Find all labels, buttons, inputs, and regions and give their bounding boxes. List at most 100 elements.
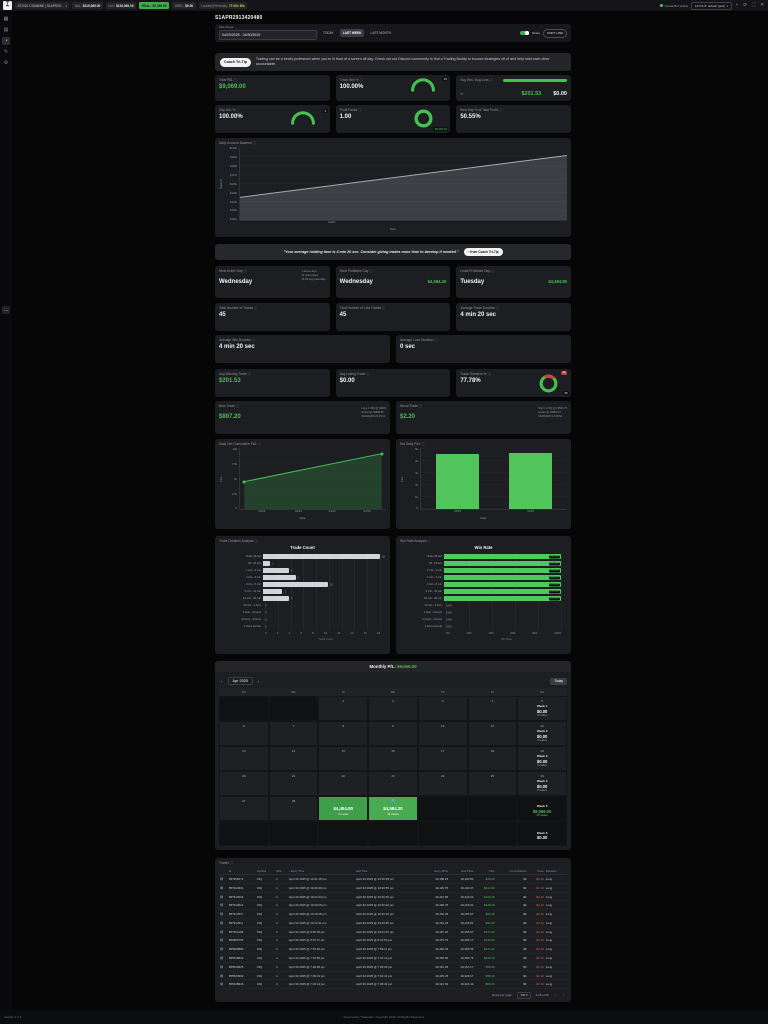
info-icon[interactable]: ⓘ bbox=[248, 372, 251, 376]
chat-icon[interactable]: … bbox=[2, 306, 10, 314]
calendar-day[interactable]: 19Week 3$0.000 trades bbox=[517, 746, 567, 771]
refresh-icon[interactable]: ⟳ bbox=[742, 3, 748, 8]
app-logo[interactable]: ⌶ bbox=[3, 1, 12, 10]
calendar-day[interactable]: 1 bbox=[318, 696, 368, 721]
calendar-day[interactable] bbox=[468, 796, 518, 821]
trade-row[interactable]: ▤857958471/NQ1April 30 2025 @ 10:31:18 p… bbox=[219, 875, 567, 884]
info-icon[interactable]: ⓘ bbox=[230, 861, 233, 865]
trade-row[interactable]: ▤855648823/NQ1April 30 2025 @ 7:34:56 pm… bbox=[219, 954, 567, 963]
coach-button[interactable]: Coach Tri-Tip bbox=[220, 58, 251, 67]
info-icon[interactable]: ⓘ bbox=[369, 269, 372, 273]
info-icon[interactable]: ⓘ bbox=[499, 108, 502, 112]
trade-row[interactable]: ▤857914511/NQ1April 30 2025 @ 10:12:31 p… bbox=[219, 918, 567, 927]
info-icon[interactable]: ⓘ bbox=[234, 78, 237, 82]
calendar-day[interactable] bbox=[368, 821, 418, 846]
trade-row[interactable]: ▤855448946/NQ1April 30 2025 @ 7:02:14 pm… bbox=[219, 980, 567, 989]
column-header[interactable]: Size bbox=[275, 867, 288, 875]
calendar-day[interactable]: 28 bbox=[269, 796, 319, 821]
calendar-day[interactable] bbox=[219, 821, 269, 846]
add-icon[interactable]: + bbox=[735, 3, 740, 8]
info-icon[interactable]: ⓘ bbox=[434, 338, 437, 342]
journal-icon[interactable]: ▤ bbox=[219, 883, 228, 892]
calendar-day[interactable]: $4,484.809 trades bbox=[318, 796, 368, 821]
journal-icon[interactable]: ▤ bbox=[219, 945, 228, 954]
journal-icon[interactable]: ▤ bbox=[219, 901, 228, 910]
info-icon[interactable]: ⓘ bbox=[252, 338, 255, 342]
settings-icon[interactable]: ⚙ bbox=[2, 59, 10, 67]
calendar-day[interactable]: $4,584.2036 trades bbox=[368, 796, 418, 821]
info-icon[interactable]: ⓘ bbox=[258, 442, 261, 446]
column-header[interactable]: Commissions bbox=[495, 867, 527, 875]
info-icon[interactable]: ⓘ bbox=[419, 404, 422, 408]
calendar-day[interactable]: 26Week 4$0.000 trades bbox=[517, 771, 567, 796]
calendar-day[interactable]: 22 bbox=[318, 771, 368, 796]
today-range-button[interactable]: TODAY bbox=[320, 29, 337, 37]
copy-link-button[interactable]: COPY LINK bbox=[543, 29, 567, 38]
calendar-day[interactable]: 7 bbox=[269, 721, 319, 746]
account-selector[interactable]: STOCK COMBINE | S1APR29... ▾ bbox=[15, 2, 69, 9]
journal-icon[interactable]: ▤ bbox=[219, 954, 228, 963]
journal-icon[interactable]: ▤ bbox=[219, 962, 228, 971]
info-icon[interactable]: ⓘ bbox=[254, 306, 257, 310]
column-header[interactable]: Direction bbox=[545, 867, 567, 875]
column-header[interactable]: Fees bbox=[527, 867, 544, 875]
trade-row[interactable]: ▤855908883/NQ1April 30 2025 @ 7:54:30 pm… bbox=[219, 945, 567, 954]
column-header[interactable]: Id bbox=[228, 867, 256, 875]
date-range-input[interactable]: 04/23/2025 - 04/30/2025 bbox=[219, 30, 317, 40]
analytics-icon[interactable]: ◔ bbox=[2, 37, 10, 45]
next-page-icon[interactable]: › bbox=[562, 993, 565, 997]
journal-icon[interactable]: ▤ bbox=[219, 980, 228, 989]
next-month-icon[interactable]: › bbox=[256, 679, 262, 684]
journal-icon[interactable]: ▤ bbox=[219, 971, 228, 980]
prev-page-icon[interactable]: ‹ bbox=[554, 993, 557, 997]
column-header[interactable] bbox=[219, 867, 228, 875]
info-icon[interactable]: ⓘ bbox=[236, 404, 239, 408]
journal-icon[interactable]: ▤ bbox=[219, 936, 228, 945]
sort-desc-icon[interactable]: ↓ bbox=[289, 869, 291, 873]
calendar-day[interactable] bbox=[219, 696, 269, 721]
calendar-day[interactable]: 8 bbox=[318, 721, 368, 746]
calendar-day[interactable]: 20 bbox=[219, 771, 269, 796]
layout-selector[interactable]: LAYOUT: default (pref) ▾ bbox=[691, 2, 731, 10]
calendar-day[interactable]: 10 bbox=[418, 721, 468, 746]
info-icon[interactable]: ⓘ bbox=[496, 306, 499, 310]
trade-row[interactable]: ▤857904186/NQ1April 30 2025 @ 9:56:25 pm… bbox=[219, 927, 567, 936]
trade-row[interactable]: ▤857914517/NQ1April 30 2025 @ 10:16:38 p… bbox=[219, 910, 567, 919]
close-icon[interactable]: ✕ bbox=[759, 3, 765, 8]
calendar-day[interactable] bbox=[418, 821, 468, 846]
calendar-day[interactable]: 12Week 2$0.000 trades bbox=[517, 721, 567, 746]
calendar-day[interactable]: 16 bbox=[368, 746, 418, 771]
today-button[interactable]: Today bbox=[550, 678, 567, 685]
calendar-day[interactable]: 25 bbox=[468, 771, 518, 796]
info-icon[interactable]: ⓘ bbox=[244, 269, 247, 273]
calendar-day[interactable]: Week 6$0.00 bbox=[517, 821, 567, 846]
info-icon[interactable]: ⓘ bbox=[422, 442, 425, 446]
calendar-day[interactable]: 11 bbox=[468, 721, 518, 746]
column-header[interactable]: Exit Time bbox=[355, 867, 422, 875]
journal-nav-icon[interactable]: ✎ bbox=[2, 48, 10, 56]
column-header[interactable]: Exit Price bbox=[449, 867, 474, 875]
calendar-day[interactable]: 6 bbox=[219, 721, 269, 746]
calendar-day[interactable]: 27 bbox=[219, 796, 269, 821]
calendar-day[interactable]: 23 bbox=[368, 771, 418, 796]
last-week-button[interactable]: LAST WEEK bbox=[340, 29, 365, 37]
rows-per-page-select[interactable]: 100 ▾ bbox=[517, 992, 530, 999]
calendar-day[interactable]: 14 bbox=[269, 746, 319, 771]
share-toggle[interactable] bbox=[520, 31, 529, 36]
info-icon[interactable]: ⓘ bbox=[236, 108, 239, 112]
calendar-day[interactable]: 15 bbox=[318, 746, 368, 771]
journal-icon[interactable]: ▤ bbox=[219, 892, 228, 901]
trade-row[interactable]: ▤856806756/NQ1April 30 2025 @ 8:07:17 pm… bbox=[219, 936, 567, 945]
trade-row[interactable]: ▤857914522/NQ1April 30 2025 @ 10:20:25 p… bbox=[219, 901, 567, 910]
prev-month-icon[interactable]: ‹ bbox=[219, 679, 225, 684]
trade-row[interactable]: ▤855530963/NQ1April 30 2025 @ 7:09:19 pm… bbox=[219, 971, 567, 980]
markets-icon[interactable]: ▤ bbox=[2, 26, 10, 34]
quote-coach-button[interactable]: ~ from Coach Tri-Tip bbox=[464, 248, 503, 256]
calendar-day[interactable]: 18 bbox=[468, 746, 518, 771]
calendar-day[interactable] bbox=[468, 821, 518, 846]
info-icon[interactable]: ⓘ bbox=[490, 78, 493, 82]
trade-row[interactable]: ▤855534825/NQ1April 30 2025 @ 7:18:28 pm… bbox=[219, 962, 567, 971]
info-icon[interactable]: ⓘ bbox=[255, 539, 258, 543]
journal-icon[interactable]: ▤ bbox=[219, 875, 228, 884]
calendar-day[interactable]: Week 5$9,069.0045 trades bbox=[517, 796, 567, 821]
